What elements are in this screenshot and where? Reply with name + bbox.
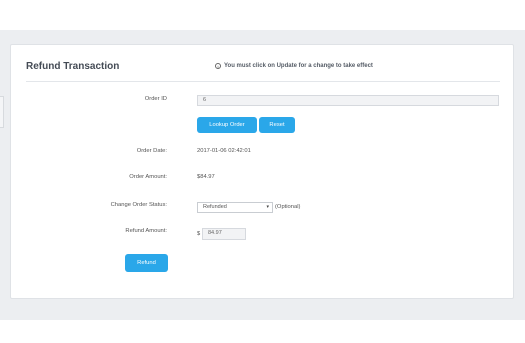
- refund-amount-label: Refund Amount:: [125, 228, 167, 234]
- info-icon: i: [215, 63, 221, 69]
- order-amount-label: Order Amount:: [129, 174, 167, 180]
- update-notice: i You must click on Update for a change …: [215, 63, 373, 69]
- notice-text: You must click on Update for a change to…: [224, 63, 373, 69]
- refund-panel: Refund Transaction i You must click on U…: [10, 44, 514, 299]
- sidebar-edge: [0, 96, 4, 128]
- order-status-selected: Refunded: [203, 204, 227, 210]
- order-id-label: Order ID: [144, 96, 167, 102]
- refund-amount-input[interactable]: 84.97: [202, 228, 246, 240]
- reset-button[interactable]: Reset: [259, 117, 295, 133]
- order-status-label: Change Order Status:: [110, 202, 167, 208]
- header-divider: [26, 81, 500, 82]
- order-date-label: Order Date:: [136, 148, 167, 154]
- order-id-input[interactable]: 6: [197, 95, 499, 106]
- order-date-value: 2017-01-06 02:42:01: [197, 148, 251, 154]
- order-status-select[interactable]: Refunded ▾: [197, 202, 273, 213]
- order-amount-value: $84.97: [197, 174, 215, 180]
- refund-button[interactable]: Refund: [125, 254, 168, 272]
- lookup-order-button[interactable]: Lookup Order: [197, 117, 257, 133]
- order-status-note: (Optional): [275, 204, 301, 210]
- chevron-down-icon: ▾: [266, 204, 269, 210]
- panel-title: Refund Transaction: [26, 61, 120, 72]
- refund-currency-symbol: $: [197, 231, 201, 237]
